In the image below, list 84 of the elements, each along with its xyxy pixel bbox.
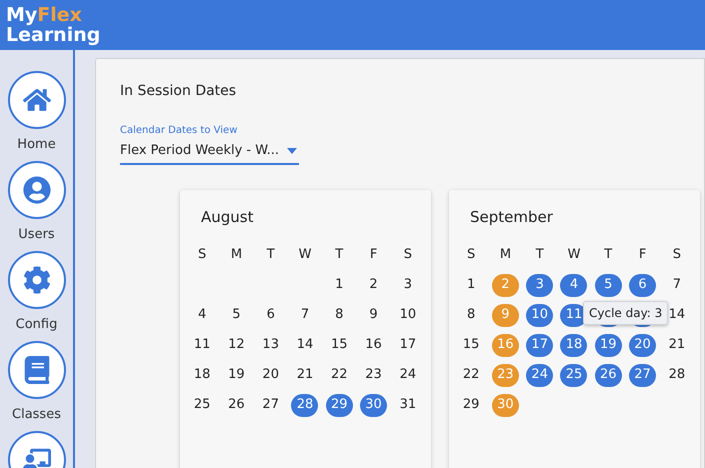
highlighted-day[interactable]: 5 (594, 274, 622, 296)
highlighted-day[interactable]: 26 (594, 364, 622, 386)
month-title: September (470, 206, 553, 228)
calendar-day[interactable]: 8 (335, 305, 344, 325)
calendar-day[interactable]: 12 (228, 335, 245, 355)
highlighted-day[interactable]: 4 (560, 274, 588, 296)
nav-label: Classes (12, 406, 61, 424)
calendar-day[interactable]: 10 (400, 305, 416, 325)
calendar-day[interactable]: 26 (228, 395, 245, 415)
calendar-day[interactable]: 4 (198, 305, 206, 325)
calendar-day[interactable]: 14 (296, 335, 314, 355)
caret-icon (287, 148, 297, 154)
highlighted-day[interactable]: 25 (560, 364, 588, 386)
calendar-day[interactable]: 2 (369, 275, 378, 295)
calendar-day[interactable]: 16 (365, 335, 382, 355)
calendar-day[interactable]: 20 (262, 365, 279, 385)
settings-icon (22, 266, 50, 294)
weekday-label: M (230, 246, 242, 264)
highlighted-day[interactable]: 24 (526, 364, 554, 386)
calendar-day[interactable]: 15 (331, 335, 348, 355)
highlighted-day[interactable]: 27 (629, 364, 656, 386)
calendar-day[interactable]: 11 (194, 335, 210, 355)
weekday-label: S (404, 246, 412, 264)
weekday-label: T (604, 246, 612, 264)
month-title: August (201, 206, 254, 228)
user-icon (22, 176, 50, 204)
highlighted-day[interactable]: 10 (526, 304, 554, 326)
weekday-label: S (672, 246, 681, 264)
calendar-day[interactable]: 22 (462, 365, 480, 385)
weekday-label: M (500, 246, 512, 264)
panel-title: In Session Dates (120, 82, 236, 101)
calendar-day[interactable]: 15 (462, 335, 480, 355)
weekday-label: S (467, 246, 476, 264)
calendar-day[interactable]: 3 (404, 275, 412, 295)
calendar-day[interactable]: 25 (194, 395, 210, 415)
calendar-day[interactable]: 1 (467, 275, 476, 295)
calendar-day[interactable]: 23 (365, 365, 382, 385)
calendar-day[interactable]: 27 (262, 395, 279, 415)
presentation-icon (22, 446, 50, 468)
calendar-day[interactable]: 21 (668, 335, 686, 355)
weekday-label: F (638, 246, 646, 264)
calendar-day[interactable]: 8 (467, 305, 476, 325)
book-icon (22, 356, 50, 384)
calendar-day[interactable]: 17 (400, 335, 416, 355)
calendar-day[interactable]: 1 (335, 275, 344, 295)
nav-label: Home (17, 136, 56, 154)
highlighted-day[interactable]: 3 (526, 274, 554, 296)
weekday-label: S (198, 246, 206, 264)
calendar-day[interactable]: 13 (262, 335, 279, 355)
home-icon (22, 86, 50, 114)
logo[interactable]: MyFlex Learning (6, 5, 100, 45)
highlighted-day[interactable]: 17 (526, 334, 554, 356)
weekday-label: T (536, 246, 544, 264)
dropdown-select[interactable]: Flex Period Weekly - W... (120, 141, 299, 164)
nav-label: Users (18, 226, 55, 244)
weekday-label: W (568, 246, 580, 264)
calendar-day[interactable]: 6 (266, 305, 275, 325)
highlighted-day[interactable]: 20 (629, 334, 656, 356)
highlighted-day[interactable]: 19 (594, 334, 622, 356)
calendar-day[interactable]: 31 (400, 395, 416, 415)
weekday-label: T (335, 246, 344, 264)
highlighted-day[interactable]: 28 (291, 394, 318, 416)
field-label: Calendar Dates to View (120, 124, 238, 138)
calendar-day[interactable]: 19 (228, 365, 245, 385)
calendar-day[interactable]: 22 (331, 365, 348, 385)
weekday-label: T (266, 246, 275, 264)
calendar-day[interactable]: 7 (672, 275, 681, 295)
calendar-day[interactable]: 7 (300, 305, 310, 325)
weekday-label: W (298, 246, 312, 264)
highlighted-day[interactable]: 6 (629, 274, 656, 296)
calendar-day[interactable]: 24 (400, 365, 416, 385)
calendar-day[interactable]: 18 (194, 365, 210, 385)
calendar-day[interactable]: 9 (369, 305, 378, 325)
calendar-day[interactable]: 14 (668, 305, 686, 325)
highlighted-day[interactable]: 18 (560, 334, 588, 356)
calendar-day[interactable]: 28 (668, 365, 686, 385)
highlighted-day[interactable]: 30 (360, 394, 388, 416)
highlighted-day[interactable]: 29 (326, 394, 353, 416)
nav-label: Config (16, 316, 58, 334)
calendar-day[interactable]: 5 (232, 305, 241, 325)
tooltip: Cycle day: 3 (583, 300, 668, 324)
calendar-day[interactable]: 29 (462, 395, 480, 415)
calendar-day[interactable]: 21 (296, 365, 314, 385)
weekday-label: F (370, 246, 378, 264)
